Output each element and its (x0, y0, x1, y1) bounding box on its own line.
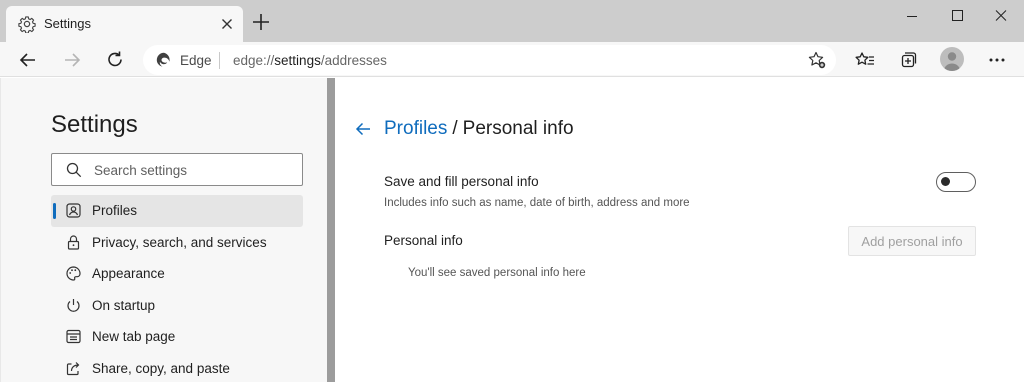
browser-tab-settings[interactable]: Settings (6, 6, 243, 42)
sidebar-item-privacy[interactable]: Privacy, search, and services (51, 227, 303, 259)
sidebar-title: Settings (51, 111, 138, 138)
page-title: Personal info (462, 118, 574, 139)
sidebar-item-on-startup[interactable]: On startup (51, 290, 303, 322)
close-tab-icon[interactable] (218, 15, 236, 33)
new-tab-icon[interactable] (250, 11, 272, 33)
url-host: settings (274, 53, 321, 68)
sidebar-item-label: Profiles (92, 203, 138, 218)
gear-icon (18, 16, 36, 33)
sidebar-scrollbar-thumb[interactable] (327, 78, 335, 382)
back-to-profiles-icon[interactable] (353, 119, 373, 139)
minimize-icon[interactable] (889, 4, 935, 30)
settings-content: Profiles / Personal info Save and fill per… (336, 78, 1024, 382)
url-scheme: edge:// (233, 53, 275, 68)
power-icon (67, 298, 80, 312)
breadcrumb-profiles-link[interactable]: Profiles (384, 118, 447, 139)
breadcrumb-separator: / (452, 118, 458, 139)
more-icon[interactable] (984, 47, 1010, 73)
sidebar-item-label: Privacy, search, and services (92, 234, 267, 250)
browser-toolbar: Edge edge://settings/addresses (0, 42, 1024, 77)
personal-info-heading: Personal info (384, 233, 463, 248)
save-fill-toggle[interactable] (936, 172, 976, 192)
forward-arrow-icon[interactable] (59, 47, 85, 73)
refresh-icon[interactable] (102, 47, 128, 73)
sidebar-item-label: Appearance (92, 266, 165, 281)
search-input[interactable] (94, 160, 294, 180)
person-icon (943, 52, 961, 71)
sidebar-item-label: Share, copy, and paste (92, 360, 230, 376)
palette-icon (66, 266, 81, 281)
breadcrumb: Profiles / Personal info (384, 118, 574, 140)
settings-page: Settings Profiles (0, 78, 1024, 382)
url-path: /addresses (320, 53, 387, 68)
back-arrow-icon[interactable] (15, 47, 41, 73)
share-icon (66, 361, 80, 375)
close-window-icon[interactable] (978, 4, 1024, 30)
save-fill-title: Save and fill personal info (384, 174, 539, 189)
search-icon (66, 162, 82, 178)
collections-icon[interactable] (895, 47, 921, 73)
sidebar-item-label: New tab page (92, 329, 176, 344)
tab-title: Settings (44, 16, 91, 31)
edge-logo-icon (156, 52, 170, 67)
empty-state-message: You'll see saved personal info here (408, 267, 586, 279)
edge-label: Edge (180, 53, 212, 68)
profile-avatar[interactable] (940, 47, 964, 71)
sidebar-item-new-tab-page[interactable]: New tab page (51, 321, 303, 353)
maximize-icon[interactable] (935, 4, 981, 30)
add-personal-info-button[interactable]: Add personal info (848, 226, 976, 256)
new-tab-page-icon (66, 329, 81, 344)
profile-icon (66, 203, 81, 218)
favorites-icon[interactable] (852, 47, 878, 73)
sidebar-item-label: On startup (92, 297, 156, 313)
add-favorite-icon[interactable] (807, 50, 827, 70)
settings-sidebar: Settings Profiles (0, 78, 326, 382)
sidebar-item-appearance[interactable]: Appearance (51, 258, 303, 290)
toggle-knob (941, 177, 950, 186)
address-bar[interactable]: Edge edge://settings/addresses (143, 45, 836, 75)
sidebar-item-profiles[interactable]: Profiles (51, 195, 303, 227)
address-separator (219, 52, 220, 69)
lock-icon (67, 234, 80, 250)
title-bar: Settings (0, 0, 1024, 42)
sidebar-item-share-copy-paste[interactable]: Share, copy, and paste (51, 353, 303, 382)
save-fill-description: Includes info such as name, date of birt… (384, 197, 690, 209)
url-text[interactable]: edge://settings/addresses (233, 53, 387, 68)
settings-nav: Profiles Privacy, search, and services A… (51, 195, 303, 382)
search-box[interactable] (51, 153, 303, 186)
